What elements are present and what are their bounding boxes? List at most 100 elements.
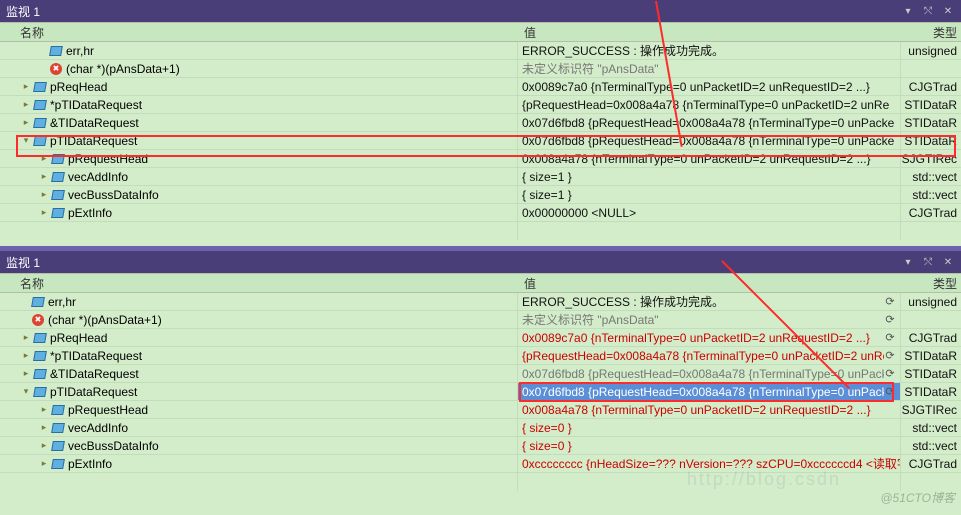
variable-icon: [52, 459, 64, 469]
watch-row[interactable]: ▸vecAddInfo{ size=0 }std::vect: [0, 419, 961, 437]
watch-row[interactable]: ▸vecBussDataInfo{ size=0 }std::vect: [0, 437, 961, 455]
variable-type: SJGTIRec: [901, 403, 961, 417]
variable-name: &TIDataRequest: [50, 116, 139, 130]
refresh-icon[interactable]: ⟳: [884, 350, 896, 362]
pin-icon[interactable]: ⤲: [921, 255, 935, 269]
chevron-down-icon[interactable]: ▾: [20, 386, 32, 398]
variable-name: pReqHead: [50, 80, 107, 94]
chevron-right-icon[interactable]: ▸: [38, 440, 50, 452]
col-header-value[interactable]: 值: [520, 24, 901, 41]
variable-value: ERROR_SUCCESS : 操作成功完成。: [522, 42, 900, 59]
chevron-right-icon[interactable]: ▸: [20, 99, 32, 111]
chevron-right-icon[interactable]: ▸: [20, 368, 32, 380]
chevron-right-icon[interactable]: ▸: [20, 81, 32, 93]
watch-row[interactable]: ▾pTIDataRequest0x07d6fbd8 {pRequestHead=…: [0, 132, 961, 150]
variable-name: *pTIDataRequest: [50, 349, 142, 363]
watch-row[interactable]: ▸vecBussDataInfo{ size=1 }std::vect: [0, 186, 961, 204]
menu-icon[interactable]: ▾: [901, 255, 915, 269]
variable-name: vecBussDataInfo: [68, 188, 159, 202]
chevron-right-icon[interactable]: ▸: [20, 332, 32, 344]
col-header-type[interactable]: 类型: [901, 24, 961, 41]
chevron-right-icon[interactable]: ▸: [38, 189, 50, 201]
variable-name: vecAddInfo: [68, 421, 128, 435]
watch-row[interactable]: ▸pReqHead0x0089c7a0 {nTerminalType=0 unP…: [0, 329, 961, 347]
chevron-right-icon[interactable]: ▸: [38, 171, 50, 183]
watch-row[interactable]: ▸ &TIDataRequest 0x07d6fbd8 {pRequestHead=…: [0, 114, 961, 132]
watch-row[interactable]: ✖(char *)(pAnsData+1)未定义标识符 "pAnsData": [0, 60, 961, 78]
variable-icon: [34, 369, 46, 379]
empty-row[interactable]: [0, 222, 961, 240]
watch-row[interactable]: ▸ *pTIDataRequest {pRequestHead=0x008a4a78…: [0, 96, 961, 114]
variable-icon: [52, 423, 64, 433]
watch-row[interactable]: err,hr ERROR_SUCCESS : 操作成功完成。unsigned: [0, 42, 961, 60]
col-header-name[interactable]: 名称: [0, 24, 520, 41]
close-icon[interactable]: ✕: [941, 4, 955, 18]
variable-value: 0x07d6fbd8 {pRequestHead=0x008a4a78 {nTe…: [522, 385, 884, 399]
variable-icon: [32, 297, 44, 307]
variable-value: { size=1 }: [522, 170, 900, 184]
watch-row[interactable]: ✖(char *)(pAnsData+1)未定义标识符 "pAnsData"⟳: [0, 311, 961, 329]
variable-icon: [34, 387, 46, 397]
menu-icon[interactable]: ▾: [901, 4, 915, 18]
variable-type: STIDataR: [901, 98, 961, 112]
refresh-icon[interactable]: ⟳: [884, 386, 896, 398]
chevron-right-icon[interactable]: ▸: [38, 458, 50, 470]
variable-icon: [52, 190, 64, 200]
column-headers: 名称 值 类型: [0, 273, 961, 293]
watermark-csdn: http://blog.csdn: [687, 469, 841, 490]
chevron-right-icon[interactable]: ▸: [20, 117, 32, 129]
variable-name: &TIDataRequest: [50, 367, 139, 381]
variable-type: STIDataR: [901, 134, 961, 148]
variable-name: *pTIDataRequest: [50, 98, 142, 112]
watch-row[interactable]: ▸pExtInfo0x00000000 <NULL>CJGTrad: [0, 204, 961, 222]
watch-row[interactable]: err,hrERROR_SUCCESS : 操作成功完成。⟳unsigned: [0, 293, 961, 311]
variable-icon: [34, 351, 46, 361]
variable-type: CJGTrad: [901, 457, 961, 471]
chevron-right-icon[interactable]: ▸: [38, 207, 50, 219]
variable-icon: [34, 100, 46, 110]
col-header-value[interactable]: 值: [520, 275, 901, 292]
refresh-icon[interactable]: ⟳: [884, 314, 896, 326]
watch-row[interactable]: ▸pRequestHead0x008a4a78 {nTerminalType=0…: [0, 150, 961, 168]
pin-icon[interactable]: ⤲: [921, 4, 935, 18]
watch-row[interactable]: ▸&TIDataRequest0x07d6fbd8 {pRequestHead=…: [0, 365, 961, 383]
chevron-down-icon[interactable]: ▾: [20, 135, 32, 147]
variable-name: pTIDataRequest: [50, 385, 137, 399]
variable-value: 0x0089c7a0 {nTerminalType=0 unPacketID=2…: [522, 80, 900, 94]
chevron-right-icon[interactable]: ▸: [38, 404, 50, 416]
variable-value: {pRequestHead=0x008a4a78 {nTerminalType=…: [522, 98, 900, 112]
variable-type: STIDataR: [901, 349, 961, 363]
variable-type: CJGTrad: [901, 206, 961, 220]
variable-icon: [34, 82, 46, 92]
chevron-right-icon[interactable]: ▸: [38, 422, 50, 434]
variable-icon: [34, 136, 46, 146]
titlebar-top[interactable]: 监视 1 ▾ ⤲ ✕: [0, 0, 961, 22]
variable-icon: [52, 154, 64, 164]
variable-type: std::vect: [901, 170, 961, 184]
variable-name: vecAddInfo: [68, 170, 128, 184]
col-header-name[interactable]: 名称: [0, 275, 520, 292]
variable-value: { size=0 }: [522, 421, 900, 435]
variable-value: { size=0 }: [522, 439, 900, 453]
variable-value: 0x07d6fbd8 {pRequestHead=0x008a4a78 {nTe…: [522, 116, 900, 130]
variable-name: pExtInfo: [68, 206, 112, 220]
watch-row[interactable]: ▸ vecAddInfo { size=1 }std::vect: [0, 168, 961, 186]
refresh-icon[interactable]: ⟳: [884, 368, 896, 380]
variable-icon: [52, 405, 64, 415]
watermark-51cto: @51CTO博客: [880, 489, 955, 506]
watch-row[interactable]: ▸ pReqHead 0x0089c7a0 {nTerminalType=0 unP…: [0, 78, 961, 96]
watch-row[interactable]: ▾ pTIDataRequest 0x07d6fbd8 {pRequestHead=…: [0, 383, 961, 401]
variable-name: err,hr: [66, 44, 94, 58]
col-header-type[interactable]: 类型: [901, 275, 961, 292]
titlebar-bottom[interactable]: 监视 1 ▾ ⤲ ✕: [0, 251, 961, 273]
refresh-icon[interactable]: ⟳: [884, 332, 896, 344]
variable-value: 0x0089c7a0 {nTerminalType=0 unPacketID=2…: [522, 331, 884, 345]
chevron-right-icon[interactable]: ▸: [20, 350, 32, 362]
watch-row[interactable]: ▸pRequestHead0x008a4a78 {nTerminalType=0…: [0, 401, 961, 419]
close-icon[interactable]: ✕: [941, 255, 955, 269]
chevron-right-icon[interactable]: ▸: [38, 153, 50, 165]
variable-type: unsigned: [901, 44, 961, 58]
variable-value: 未定义标识符 "pAnsData": [522, 311, 884, 328]
refresh-icon[interactable]: ⟳: [884, 296, 896, 308]
variable-icon: [34, 333, 46, 343]
